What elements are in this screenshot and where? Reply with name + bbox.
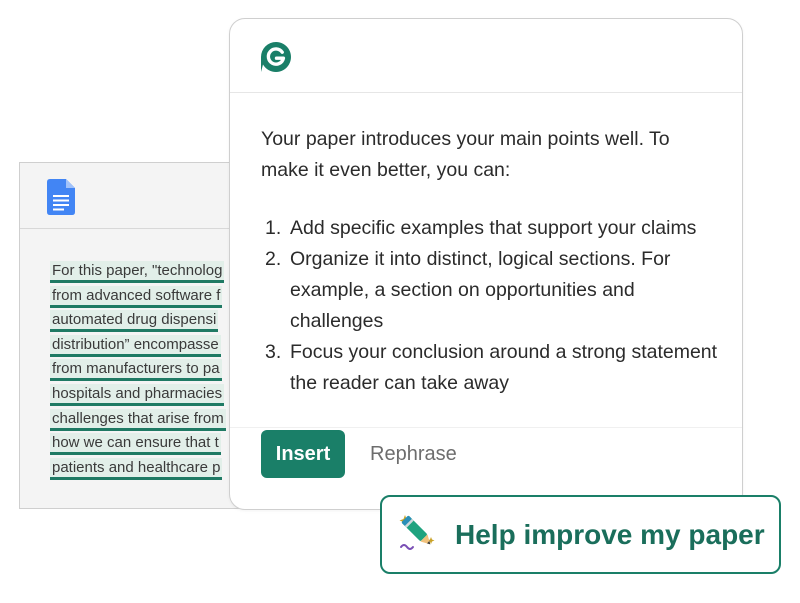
rephrase-button[interactable]: Rephrase [364,430,463,478]
pencil-sparkle-icon [399,515,435,550]
item-number: 3. [265,341,282,363]
suggestion-intro: Your paper introduces your main points w… [261,128,670,181]
item-number: 2. [265,248,282,270]
item-number: 1. [265,217,282,239]
suggestion-item: 2. Organize it into distinct, logical se… [261,244,721,337]
popup-header [230,19,742,93]
help-improve-paper-label: Help improve my paper [455,519,765,550]
suggestion-item: 3. Focus your conclusion around a strong… [261,337,721,399]
suggestion-body: Your paper introduces your main points w… [261,124,721,399]
item-text: Organize it into distinct, logical secti… [290,248,671,332]
grammarly-g-icon [261,42,291,72]
item-text: Add specific examples that support your … [290,217,697,239]
assistant-popup: Your paper introduces your main points w… [229,18,743,510]
stage: For this paper, "technolog from advanced… [0,0,800,603]
item-text: Focus your conclusion around a strong st… [290,341,718,394]
suggestion-list: 1. Add specific examples that support yo… [261,213,721,399]
suggestion-item: 1. Add specific examples that support yo… [261,213,721,244]
help-improve-paper-button[interactable]: Help improve my paper [380,495,781,574]
insert-button[interactable]: Insert [261,430,345,478]
google-docs-icon [47,179,75,215]
